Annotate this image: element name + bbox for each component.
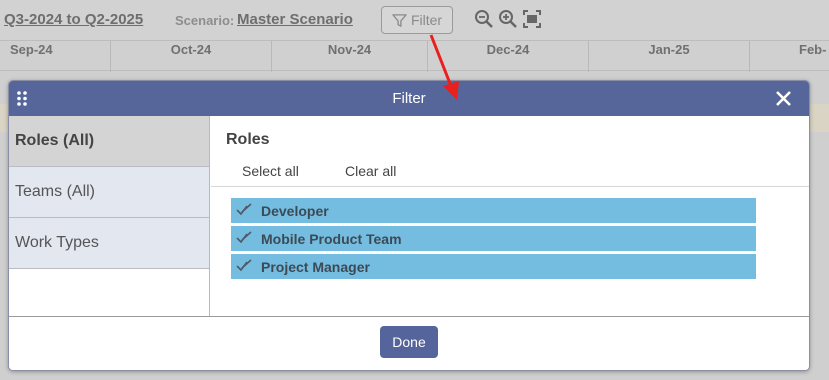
filter-category-list: Roles (All) Teams (All) Work Types bbox=[9, 116, 210, 316]
category-work-types[interactable]: Work Types bbox=[9, 218, 209, 269]
done-button[interactable]: Done bbox=[380, 326, 438, 358]
role-option-label: Project Manager bbox=[261, 259, 370, 275]
section-title: Roles bbox=[226, 131, 270, 148]
filter-icon bbox=[392, 13, 407, 27]
category-teams[interactable]: Teams (All) bbox=[9, 167, 209, 218]
clear-all-link[interactable]: Clear all bbox=[345, 163, 396, 179]
toolbar: Q3-2024 to Q2-2025 Scenario: Master Scen… bbox=[0, 0, 829, 40]
divider bbox=[211, 186, 809, 187]
role-option-developer[interactable]: Developer bbox=[231, 198, 756, 223]
month-label: Dec-24 bbox=[428, 41, 589, 72]
month-label: Nov-24 bbox=[272, 41, 428, 72]
close-icon[interactable] bbox=[775, 90, 792, 107]
timeline-header: Sep-24 Oct-24 Nov-24 Dec-24 Jan-25 Feb- bbox=[0, 40, 829, 72]
category-roles[interactable]: Roles (All) bbox=[9, 116, 209, 167]
zoom-in-icon[interactable] bbox=[498, 9, 518, 29]
filter-button-label: Filter bbox=[410, 12, 443, 28]
role-option-label: Mobile Product Team bbox=[261, 231, 402, 247]
filter-button[interactable]: Filter bbox=[381, 6, 453, 34]
dialog-title: Filter bbox=[392, 90, 426, 107]
scenario-label: Scenario: bbox=[175, 13, 235, 28]
period-link[interactable]: Q3-2024 to Q2-2025 bbox=[4, 11, 143, 28]
checkmark-icon bbox=[236, 259, 252, 272]
month-label: Sep-24 bbox=[0, 41, 111, 72]
fit-screen-icon[interactable] bbox=[522, 9, 542, 29]
month-label: Oct-24 bbox=[111, 41, 272, 72]
month-label: Jan-25 bbox=[589, 41, 750, 72]
role-option-project-manager[interactable]: Project Manager bbox=[231, 254, 756, 279]
month-label: Feb- bbox=[799, 42, 827, 57]
dialog-footer: Done bbox=[9, 316, 809, 370]
checkmark-icon bbox=[236, 203, 252, 216]
dialog-header: Filter bbox=[9, 81, 809, 116]
filter-dialog: Filter Roles (All) Teams (All) Work Type… bbox=[8, 80, 810, 371]
filter-options-panel: Roles Select all Clear all Developer Mob… bbox=[211, 116, 809, 316]
checkmark-icon bbox=[236, 231, 252, 244]
scenario-link[interactable]: Master Scenario bbox=[237, 11, 353, 28]
select-all-link[interactable]: Select all bbox=[242, 163, 299, 179]
zoom-out-icon[interactable] bbox=[474, 9, 494, 29]
role-option-label: Developer bbox=[261, 203, 329, 219]
role-option-mobile-product-team[interactable]: Mobile Product Team bbox=[231, 226, 756, 251]
